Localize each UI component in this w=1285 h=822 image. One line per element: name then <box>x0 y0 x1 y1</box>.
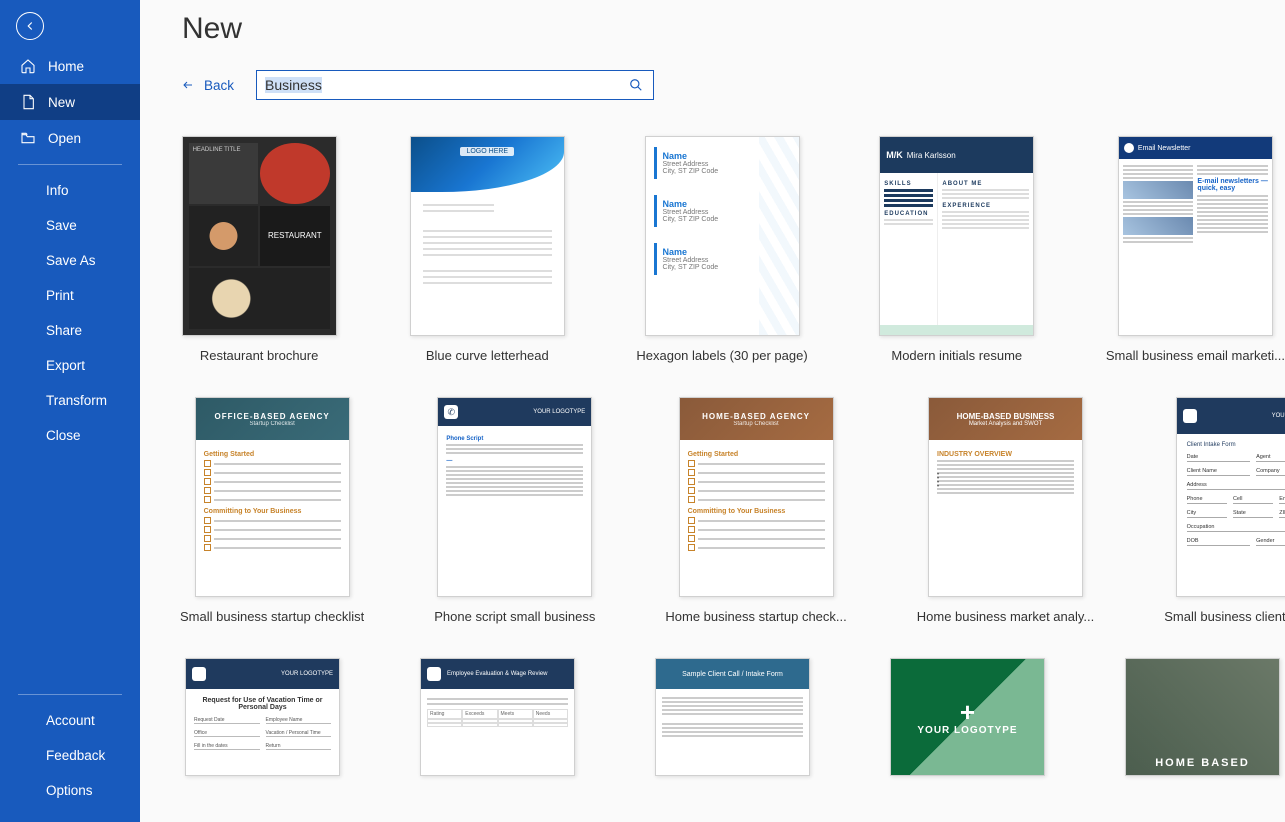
backstage-sidebar: Home New Open Info Save Save As Print Sh… <box>0 0 140 822</box>
search-icon <box>629 78 643 92</box>
template-caption: Home business startup check... <box>665 609 846 624</box>
template-thumbnail: Sample Client Call / Intake Form <box>655 658 810 776</box>
template-thumbnail: YOUR LOGOTYPE Request for Use of Vacatio… <box>185 658 340 776</box>
template-row: OFFICE-BASED AGENCYStartup Checklist Get… <box>180 397 1285 624</box>
document-icon <box>20 94 36 110</box>
template-caption: Restaurant brochure <box>200 348 319 363</box>
nav-save[interactable]: Save <box>0 208 140 243</box>
template-thumbnail: HOME-BASED BUSINESSMarket Analysis and S… <box>928 397 1083 597</box>
template-thumbnail: M/KMira Karlsson SKILLS EDUCATION ABOUT … <box>879 136 1034 336</box>
sidebar-separator <box>18 164 122 165</box>
back-link-label: Back <box>204 78 234 93</box>
template-startup-checklist-office[interactable]: OFFICE-BASED AGENCYStartup Checklist Get… <box>180 397 364 624</box>
sidebar-separator-2 <box>18 694 122 695</box>
template-thumbnail: HOME BASED <box>1125 658 1280 776</box>
template-caption: Blue curve letterhead <box>426 348 549 363</box>
template-caption: Phone script small business <box>434 609 595 624</box>
template-caption: Small business startup checklist <box>180 609 364 624</box>
topbar: Back <box>180 70 1285 100</box>
back-link[interactable]: Back <box>180 78 234 93</box>
templates-grid: HEADLINE TITLE RESTAURANT Restaurant bro… <box>180 136 1285 776</box>
template-thumbnail: OFFICE-BASED AGENCYStartup Checklist Get… <box>195 397 350 597</box>
template-client-intake[interactable]: YOUR LOGOTYPE Client Intake Form DateAge… <box>1164 397 1285 624</box>
template-thumbnail: NameStreet AddressCity, ST ZIP Code Name… <box>645 136 800 336</box>
nav-close[interactable]: Close <box>0 418 140 453</box>
template-restaurant-brochure[interactable]: HEADLINE TITLE RESTAURANT Restaurant bro… <box>180 136 338 363</box>
template-hexagon-labels[interactable]: NameStreet AddressCity, ST ZIP Code Name… <box>636 136 807 363</box>
template-caption: Small business email marketi... <box>1106 348 1285 363</box>
nav-info[interactable]: Info <box>0 173 140 208</box>
template-caption: Small business client intake f... <box>1164 609 1285 624</box>
template-thumbnail: Email Newsletter E-mail <box>1118 136 1273 336</box>
nav-new[interactable]: New <box>0 84 140 120</box>
nav-home-label: Home <box>48 59 84 74</box>
template-blue-curve-letterhead[interactable]: LOGO HERE Blue curve letterhead <box>408 136 566 363</box>
template-thumbnail: YOUR LOGOTYPE Client Intake Form DateAge… <box>1176 397 1285 597</box>
nav-feedback[interactable]: Feedback <box>0 738 140 773</box>
nav-export[interactable]: Export <box>0 348 140 383</box>
nav-share[interactable]: Share <box>0 313 140 348</box>
nav-open-label: Open <box>48 131 81 146</box>
template-market-analysis[interactable]: HOME-BASED BUSINESSMarket Analysis and S… <box>917 397 1095 624</box>
arrow-left-icon <box>180 79 196 91</box>
arrow-left-icon <box>23 19 37 33</box>
template-thumbnail: LOGO HERE <box>410 136 565 336</box>
nav-home[interactable]: Home <box>0 48 140 84</box>
template-search <box>256 70 654 100</box>
template-thumbnail: Employee Evaluation & Wage Review Rating… <box>420 658 575 776</box>
template-caption: Home business market analy... <box>917 609 1095 624</box>
home-icon <box>20 58 36 74</box>
template-thumbnail: + YOUR LOGOTYPE <box>890 658 1045 776</box>
plus-icon: + <box>917 699 1017 725</box>
template-home-based-photo[interactable]: HOME BASED <box>1120 658 1285 776</box>
nav-save-as[interactable]: Save As <box>0 243 140 278</box>
nav-new-label: New <box>48 95 75 110</box>
template-startup-checklist-home[interactable]: HOME-BASED AGENCYStartup Checklist Getti… <box>665 397 846 624</box>
nav-options[interactable]: Options <box>0 773 140 808</box>
template-thumbnail: ✆YOUR LOGOTYPE Phone Script — <box>437 397 592 597</box>
template-employee-evaluation[interactable]: Employee Evaluation & Wage Review Rating… <box>415 658 580 776</box>
search-button[interactable] <box>619 71 653 99</box>
template-green-logotype[interactable]: + YOUR LOGOTYPE <box>885 658 1050 776</box>
template-row: HEADLINE TITLE RESTAURANT Restaurant bro… <box>180 136 1285 363</box>
main-area: New Back HEADLINE TITLE <box>140 0 1285 822</box>
template-phone-script[interactable]: ✆YOUR LOGOTYPE Phone Script — Phone scri… <box>434 397 595 624</box>
template-modern-initials-resume[interactable]: M/KMira Karlsson SKILLS EDUCATION ABOUT … <box>878 136 1036 363</box>
back-button[interactable] <box>16 12 44 40</box>
template-vacation-request[interactable]: YOUR LOGOTYPE Request for Use of Vacatio… <box>180 658 345 776</box>
search-input[interactable] <box>257 77 619 93</box>
template-thumbnail: HOME-BASED AGENCYStartup Checklist Getti… <box>679 397 834 597</box>
nav-open[interactable]: Open <box>0 120 140 156</box>
template-caption: Modern initials resume <box>891 348 1022 363</box>
folder-open-icon <box>20 130 36 146</box>
template-caption: Hexagon labels (30 per page) <box>636 348 807 363</box>
template-sample-client-call[interactable]: Sample Client Call / Intake Form <box>650 658 815 776</box>
page-title: New <box>182 12 1285 46</box>
nav-print[interactable]: Print <box>0 278 140 313</box>
nav-transform[interactable]: Transform <box>0 383 140 418</box>
nav-account[interactable]: Account <box>0 703 140 738</box>
template-row: YOUR LOGOTYPE Request for Use of Vacatio… <box>180 658 1285 776</box>
template-email-newsletter[interactable]: Email Newsletter E-mail <box>1106 136 1285 363</box>
template-thumbnail: HEADLINE TITLE RESTAURANT <box>182 136 337 336</box>
